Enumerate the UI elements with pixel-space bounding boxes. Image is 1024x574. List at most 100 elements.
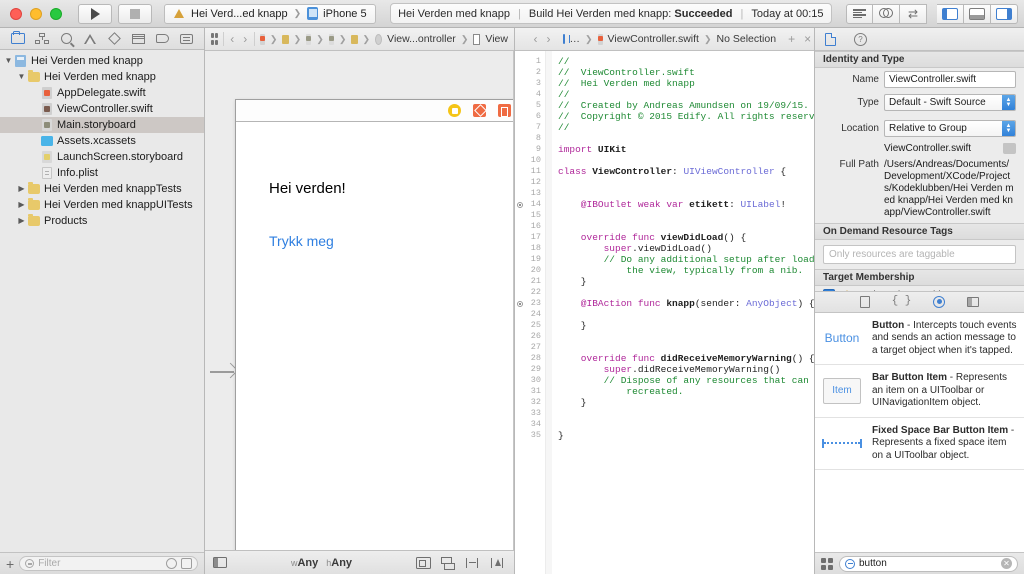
pin-icon[interactable] bbox=[465, 557, 481, 569]
size-class-control[interactable]: wAny hAny bbox=[291, 557, 352, 569]
odr-tags-field[interactable]: Only resources are taggable bbox=[823, 245, 1016, 264]
assistant-ellipsis[interactable]: … bbox=[570, 33, 581, 45]
navigator-tab-breakpoint[interactable] bbox=[152, 31, 172, 47]
tree-row[interactable]: ▶ LaunchScreen.storyboard bbox=[0, 149, 204, 165]
breadcrumb-view-label[interactable]: View bbox=[485, 33, 508, 45]
run-button[interactable] bbox=[78, 3, 112, 24]
project-tree[interactable]: ▼ Hei Verden med knapp ▼ Hei Verden med kna… bbox=[0, 50, 204, 552]
interface-builder-connection-icon[interactable] bbox=[517, 301, 523, 307]
breadcrumb-view-controller-icon[interactable] bbox=[375, 33, 383, 45]
scheme-selector[interactable]: Hei Verd...ed knapp ❯ iPhone 5 bbox=[164, 3, 376, 24]
navigator-toggle-button[interactable] bbox=[937, 3, 964, 24]
code-selection-label[interactable]: No Selection bbox=[717, 33, 777, 45]
zoom-button[interactable] bbox=[50, 7, 62, 20]
tree-row[interactable]: ▶ Info.plist bbox=[0, 165, 204, 181]
type-select[interactable]: Default - Swift Source ▲ ▼ bbox=[884, 94, 1016, 111]
tree-row[interactable]: ▶ Main.storyboard bbox=[0, 117, 204, 133]
navigator-tab-issue[interactable] bbox=[80, 31, 100, 47]
breadcrumb-view-icon[interactable] bbox=[473, 33, 481, 45]
line-number-gutter[interactable]: 1 2 3 4 5 6 7 8 9 10 11 12 13 14 15 16 17 18 19 20 21 22 23 24 2… bbox=[515, 51, 545, 574]
stop-button[interactable] bbox=[118, 3, 152, 24]
library-filter-field[interactable]: button ✕ bbox=[839, 555, 1018, 572]
object-library-list[interactable]: Button Button - Intercepts touch events a… bbox=[815, 312, 1024, 552]
code-text[interactable]: //// ViewController.swift// Hei Verden m… bbox=[552, 51, 814, 574]
assistant-editor-icon[interactable] bbox=[562, 34, 570, 44]
navigator-tab-symbol[interactable] bbox=[32, 31, 52, 47]
library-item[interactable]: Item Bar Button Item - Represents an item… bbox=[815, 365, 1024, 418]
tree-row[interactable]: ▼ Hei Verden med knapp bbox=[0, 69, 204, 85]
storyboard-canvas[interactable]: Hei verden! Trykk meg bbox=[205, 51, 514, 550]
embed-in-icon[interactable] bbox=[415, 556, 431, 569]
quick-help-inspector-tab[interactable]: ? bbox=[854, 32, 867, 46]
object-library-tab[interactable] bbox=[933, 295, 946, 308]
navigator-tab-project[interactable] bbox=[8, 30, 28, 47]
canvas-button[interactable]: Trykk meg bbox=[269, 233, 334, 249]
breadcrumb-scene-icon[interactable] bbox=[351, 34, 358, 44]
choose-folder-button[interactable] bbox=[1003, 143, 1016, 154]
library-item[interactable]: Button Button - Intercepts touch events a… bbox=[815, 313, 1024, 365]
code-snippet-library-tab[interactable]: { } bbox=[892, 296, 912, 307]
disclosure-triangle-icon[interactable]: ▶ bbox=[16, 217, 27, 225]
tree-row[interactable]: ▶ Assets.xcassets bbox=[0, 133, 204, 149]
tree-row[interactable]: ▼ Hei Verden med knapp bbox=[0, 53, 204, 69]
tree-row[interactable]: ▶ ViewController.swift bbox=[0, 101, 204, 117]
utilities-toggle-button[interactable] bbox=[991, 3, 1018, 24]
disclosure-triangle-icon[interactable]: ▼ bbox=[3, 57, 14, 65]
back-button[interactable]: ‹ bbox=[532, 32, 540, 46]
first-responder-badge-icon[interactable] bbox=[473, 104, 486, 117]
breadcrumb-storyboard-icon[interactable] bbox=[328, 33, 334, 45]
back-button[interactable]: ‹ bbox=[228, 32, 236, 46]
disclosure-triangle-icon[interactable]: ▶ bbox=[16, 185, 27, 193]
navigator-tab-test[interactable] bbox=[104, 31, 124, 47]
recent-files-icon[interactable] bbox=[166, 558, 177, 569]
media-library-tab[interactable] bbox=[967, 296, 980, 307]
standard-editor-button[interactable] bbox=[846, 3, 873, 24]
code-folding-ribbon[interactable] bbox=[545, 51, 552, 574]
resolve-issues-icon[interactable] bbox=[490, 557, 506, 569]
view-controller-scene[interactable]: Hei verden! Trykk meg bbox=[235, 99, 514, 550]
navigator-filter-field[interactable]: Filter bbox=[19, 556, 198, 571]
disclosure-triangle-icon[interactable]: ▶ bbox=[16, 201, 27, 209]
canvas-label[interactable]: Hei verden! bbox=[269, 180, 346, 197]
tree-row[interactable]: ▶ AppDelegate.swift bbox=[0, 85, 204, 101]
related-items-icon[interactable] bbox=[211, 33, 218, 45]
view-controller-badge-icon[interactable] bbox=[448, 104, 461, 117]
source-control-filter-icon[interactable] bbox=[181, 558, 192, 569]
tree-row[interactable]: ▶ Hei Verden med knappUITests bbox=[0, 197, 204, 213]
exit-badge-icon[interactable] bbox=[498, 104, 511, 117]
library-item[interactable]: Fixed Space Bar Button Item - Represents… bbox=[815, 418, 1024, 470]
breadcrumb-project-icon[interactable] bbox=[259, 33, 265, 45]
tree-row[interactable]: ▶ Products bbox=[0, 213, 204, 229]
disclosure-triangle-icon[interactable]: ▼ bbox=[16, 73, 27, 81]
tree-row[interactable]: ▶ Hei Verden med knappTests bbox=[0, 181, 204, 197]
breadcrumb-folder-icon[interactable] bbox=[282, 34, 289, 44]
related-items-icon[interactable] bbox=[520, 33, 522, 45]
add-editor-button[interactable]: + bbox=[786, 32, 797, 46]
breadcrumb-view-controller-label[interactable]: View...ontroller bbox=[387, 33, 456, 45]
clear-icon[interactable]: ✕ bbox=[1001, 558, 1012, 569]
interface-builder-connection-icon[interactable] bbox=[517, 202, 523, 208]
forward-button[interactable]: › bbox=[241, 32, 249, 46]
location-select[interactable]: Relative to Group ▲ ▼ bbox=[884, 120, 1016, 137]
version-editor-button[interactable]: ⇄ bbox=[900, 3, 927, 24]
name-field[interactable]: ViewController.swift bbox=[884, 71, 1016, 88]
debug-area-toggle-button[interactable] bbox=[964, 3, 991, 24]
add-file-button[interactable]: + bbox=[6, 557, 14, 571]
code-file-name[interactable]: ViewController.swift bbox=[608, 33, 699, 45]
grid-view-icon[interactable] bbox=[821, 557, 833, 570]
close-editor-button[interactable]: × bbox=[802, 32, 813, 46]
minimize-button[interactable] bbox=[30, 7, 42, 20]
close-button[interactable] bbox=[10, 7, 22, 20]
forward-button[interactable]: › bbox=[545, 32, 553, 46]
file-template-library-tab[interactable] bbox=[859, 295, 870, 308]
assistant-editor-button[interactable] bbox=[873, 3, 900, 24]
source-code-view[interactable]: 1 2 3 4 5 6 7 8 9 10 11 12 13 14 15 16 17 18 19 20 21 22 23 24 2… bbox=[515, 51, 814, 574]
breadcrumb-file-icon[interactable] bbox=[306, 33, 312, 45]
document-outline-icon[interactable] bbox=[213, 557, 227, 568]
align-icon[interactable] bbox=[440, 556, 456, 570]
file-inspector-tab[interactable] bbox=[825, 32, 836, 46]
navigator-tab-find[interactable] bbox=[56, 31, 76, 47]
navigator-tab-report[interactable] bbox=[176, 31, 196, 47]
target-checkbox[interactable] bbox=[823, 289, 835, 291]
navigator-tab-debug[interactable] bbox=[128, 31, 148, 47]
